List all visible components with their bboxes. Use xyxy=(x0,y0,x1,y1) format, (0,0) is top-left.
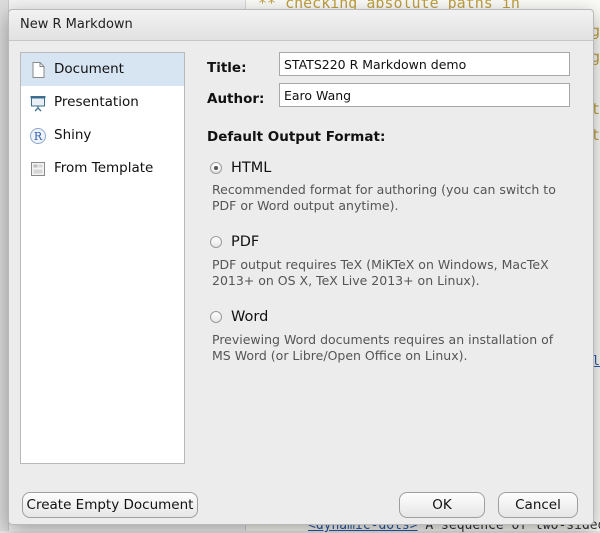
document-icon xyxy=(29,61,47,79)
sidebar-item-shiny[interactable]: R Shiny xyxy=(21,119,184,152)
html-radio[interactable] xyxy=(210,162,222,174)
shiny-icon: R xyxy=(29,127,47,145)
description-line: Previewing Word documents requires an in… xyxy=(212,332,554,347)
new-r-markdown-dialog: New R Markdown Document Presentation R S… xyxy=(8,9,594,525)
sidebar-item-label: Document xyxy=(54,61,124,77)
sidebar-item-presentation[interactable]: Presentation xyxy=(21,86,184,119)
sidebar-item-label: From Template xyxy=(54,160,154,176)
author-label: Author: xyxy=(207,91,265,107)
description-line: MS Word (or Libre/Open Office on Linux). xyxy=(212,348,468,363)
ok-button[interactable]: OK xyxy=(399,492,485,518)
create-empty-document-button[interactable]: Create Empty Document xyxy=(22,492,198,518)
dialog-title: New R Markdown xyxy=(20,17,133,32)
template-icon xyxy=(29,160,47,178)
description-line: Recommended format for authoring (you ca… xyxy=(212,182,556,197)
sidebar-item-from-template[interactable]: From Template xyxy=(21,152,184,185)
title-label: Title: xyxy=(207,60,247,76)
author-input[interactable] xyxy=(279,83,570,107)
word-option-description: Previewing Word documents requires an in… xyxy=(212,332,572,364)
dialog-titlebar[interactable]: New R Markdown xyxy=(9,10,593,41)
pdf-option-description: PDF output requires TeX (MiKTeX on Windo… xyxy=(212,257,572,289)
output-format-heading: Default Output Format: xyxy=(207,129,386,145)
presentation-icon xyxy=(29,94,47,112)
template-type-list: Document Presentation R Shiny From Templ… xyxy=(20,52,185,464)
html-option-description: Recommended format for authoring (you ca… xyxy=(212,182,572,214)
description-line: PDF or Word output anytime). xyxy=(212,198,399,213)
pdf-option-label[interactable]: PDF xyxy=(231,234,259,250)
sidebar-item-label: Shiny xyxy=(54,127,92,143)
html-option-label[interactable]: HTML xyxy=(231,160,271,176)
cancel-button[interactable]: Cancel xyxy=(498,492,578,518)
word-option-label[interactable]: Word xyxy=(231,309,268,325)
sidebar-item-label: Presentation xyxy=(54,94,139,110)
title-input[interactable] xyxy=(279,52,570,76)
word-radio[interactable] xyxy=(210,311,222,323)
svg-text:R: R xyxy=(34,130,43,143)
description-line: PDF output requires TeX (MiKTeX on Windo… xyxy=(212,257,549,272)
sidebar-item-document[interactable]: Document xyxy=(21,53,184,86)
description-line: 2013+ on OS X, TeX Live 2013+ on Linux). xyxy=(212,273,480,288)
pdf-radio[interactable] xyxy=(210,236,222,248)
